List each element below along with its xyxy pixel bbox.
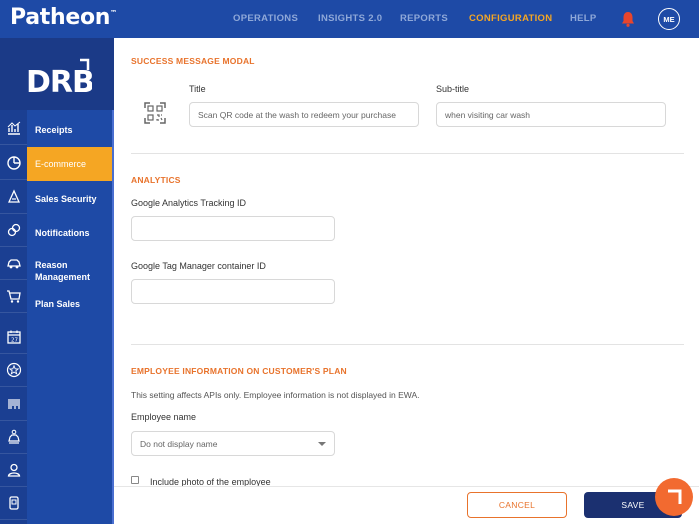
nav-reports[interactable]: REPORTS <box>400 13 448 24</box>
sidebar-item-sales-security[interactable]: Sales Security <box>27 182 112 216</box>
sidebar-edge <box>112 110 114 524</box>
top-navigation-bar: Patheon™ OPERATIONS INSIGHTS 2.0 REPORTS… <box>0 0 699 38</box>
employee-info-note: This setting affects APIs only. Employee… <box>131 390 420 400</box>
cancel-button[interactable]: CANCEL <box>467 492 567 518</box>
chat-icon <box>668 489 682 504</box>
divider <box>131 153 684 154</box>
cart-icon[interactable] <box>0 280 27 313</box>
sidebar: DRB 27 Receipts E-commerce Sales Securit… <box>0 38 114 524</box>
chevron-down-icon <box>318 442 326 446</box>
section-title-analytics: ANALYTICS <box>131 175 181 185</box>
chart-icon[interactable] <box>0 112 27 145</box>
chat-support-button[interactable] <box>655 478 693 516</box>
subtitle-label: Sub-title <box>436 84 470 94</box>
sidebar-item-receipts[interactable]: Receipts <box>27 113 112 147</box>
barcode-icon[interactable] <box>0 388 27 421</box>
svg-text:DRB: DRB <box>26 65 92 100</box>
user-avatar[interactable]: ME <box>658 8 680 30</box>
employee-name-label: Employee name <box>131 412 197 422</box>
divider <box>131 344 684 345</box>
sidebar-item-notifications[interactable]: Notifications <box>27 216 112 250</box>
sidebar-item-reason-management[interactable]: Reason Management <box>27 254 107 288</box>
qr-code-icon <box>144 102 166 124</box>
title-input[interactable]: Scan QR code at the wash to redeem your … <box>189 102 419 127</box>
gtm-container-label: Google Tag Manager container ID <box>131 261 266 271</box>
nav-help[interactable]: HELP <box>570 13 597 24</box>
title-label: Title <box>189 84 206 94</box>
device-icon[interactable] <box>0 487 27 520</box>
link-icon[interactable] <box>0 214 27 247</box>
nav-operations[interactable]: OPERATIONS <box>233 13 298 24</box>
employee-name-selected: Do not display name <box>140 438 218 449</box>
calendar-icon[interactable]: 27 <box>0 321 27 354</box>
logo-area: DRB <box>0 38 114 110</box>
nav-insights[interactable]: INSIGHTS 2.0 <box>318 13 382 24</box>
drb-logo: DRB <box>26 58 92 100</box>
sidebar-item-plan-sales[interactable]: Plan Sales <box>27 287 112 321</box>
car-icon[interactable] <box>0 247 27 280</box>
include-photo-checkbox[interactable] <box>131 476 139 484</box>
pie-chart-icon[interactable] <box>0 147 27 180</box>
brand-logo[interactable]: Patheon™ <box>10 5 117 30</box>
nav-configuration[interactable]: CONFIGURATION <box>469 13 552 24</box>
svg-text:27: 27 <box>11 338 18 344</box>
sidebar-icon-column: 27 <box>0 110 27 524</box>
ga-tracking-label: Google Analytics Tracking ID <box>131 198 247 208</box>
employee-name-select[interactable]: Do not display name <box>131 431 335 456</box>
gtm-container-input[interactable] <box>131 279 335 304</box>
bell-icon[interactable] <box>619 10 637 28</box>
section-title-success-modal: SUCCESS MESSAGE MODAL <box>131 56 255 66</box>
subtitle-input[interactable]: when visiting car wash <box>436 102 666 127</box>
star-icon[interactable] <box>0 354 27 387</box>
car-wash-icon[interactable] <box>0 421 27 454</box>
shield-icon[interactable] <box>0 181 27 214</box>
sidebar-item-ecommerce[interactable]: E-commerce <box>27 147 112 181</box>
section-title-employee-info: EMPLOYEE INFORMATION ON CUSTOMER'S PLAN <box>131 366 347 376</box>
user-icon[interactable] <box>0 454 27 487</box>
ga-tracking-input[interactable] <box>131 216 335 241</box>
